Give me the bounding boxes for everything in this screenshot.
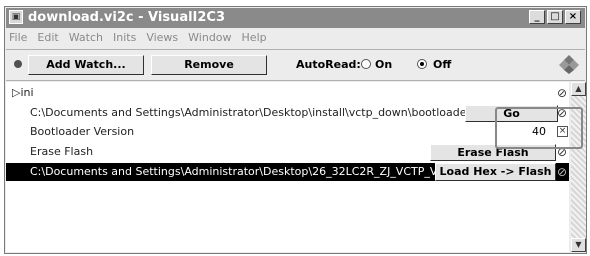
autoread-off-label: Off: [433, 58, 452, 71]
autoread-label: AutoRead:: [296, 58, 361, 71]
menu-inits[interactable]: Inits: [108, 29, 141, 47]
bootloader-row[interactable]: Bootloader Version 40 ×: [6, 123, 569, 141]
autoread-off-radio[interactable]: [417, 59, 427, 69]
load-hex-button[interactable]: Load Hex -> Flash: [435, 163, 556, 181]
null-icon: ⊘: [556, 86, 567, 100]
null-icon: ⊘: [556, 165, 567, 179]
scroll-down-icon[interactable]: ▼: [571, 238, 586, 252]
ini-label: ini: [20, 86, 34, 99]
menu-file[interactable]: File: [6, 29, 32, 47]
menu-views[interactable]: Views: [141, 29, 183, 47]
erase-row[interactable]: Erase Flash Erase Flash ⊘: [6, 143, 569, 161]
menu-watch[interactable]: Watch: [64, 29, 108, 47]
window-controls: _ □ ×: [529, 10, 581, 24]
bootloader-label: Bootloader Version: [30, 125, 135, 138]
title-bar: ▣ download.vi2c - VisualI2C3 _ □ ×: [6, 8, 585, 28]
app-icon[interactable]: ▣: [9, 10, 23, 24]
bat-row[interactable]: C:\Documents and Settings\Administrator\…: [6, 104, 569, 122]
menu-bar: File Edit Watch Inits Views Window Help: [6, 29, 585, 47]
toolbar: Add Watch... Remove AutoRead: On Off: [6, 49, 585, 81]
watch-list: ▷ini ⊘ C:\Documents and Settings\Adminis…: [6, 82, 569, 252]
window-title: download.vi2c - VisualI2C3: [28, 10, 226, 25]
ini-row[interactable]: ▷ini ⊘: [6, 84, 569, 102]
erase-flash-label: Erase Flash: [30, 145, 94, 158]
add-watch-button[interactable]: Add Watch...: [28, 55, 144, 75]
remove-button[interactable]: Remove: [151, 55, 267, 75]
hex-path-label: C:\Documents and Settings\Administrator\…: [30, 165, 455, 178]
status-indicator-icon: [14, 60, 22, 68]
close-button[interactable]: ×: [565, 10, 581, 24]
scroll-up-icon[interactable]: ▲: [571, 82, 586, 96]
menu-window[interactable]: Window: [183, 29, 236, 47]
maximize-button[interactable]: □: [547, 10, 563, 24]
minimize-button[interactable]: _: [529, 10, 545, 24]
annotation-highlight: [495, 107, 583, 149]
autoread-on-radio[interactable]: [361, 59, 371, 69]
bat-path-label: C:\Documents and Settings\Administrator\…: [30, 106, 492, 119]
menu-help[interactable]: Help: [237, 29, 272, 47]
gem-logo-icon: [559, 55, 579, 74]
autoread-on-label: On: [375, 58, 393, 71]
ini-expand[interactable]: ▷ini: [12, 84, 34, 102]
hex-row[interactable]: C:\Documents and Settings\Administrator\…: [6, 163, 569, 181]
menu-edit[interactable]: Edit: [32, 29, 63, 47]
